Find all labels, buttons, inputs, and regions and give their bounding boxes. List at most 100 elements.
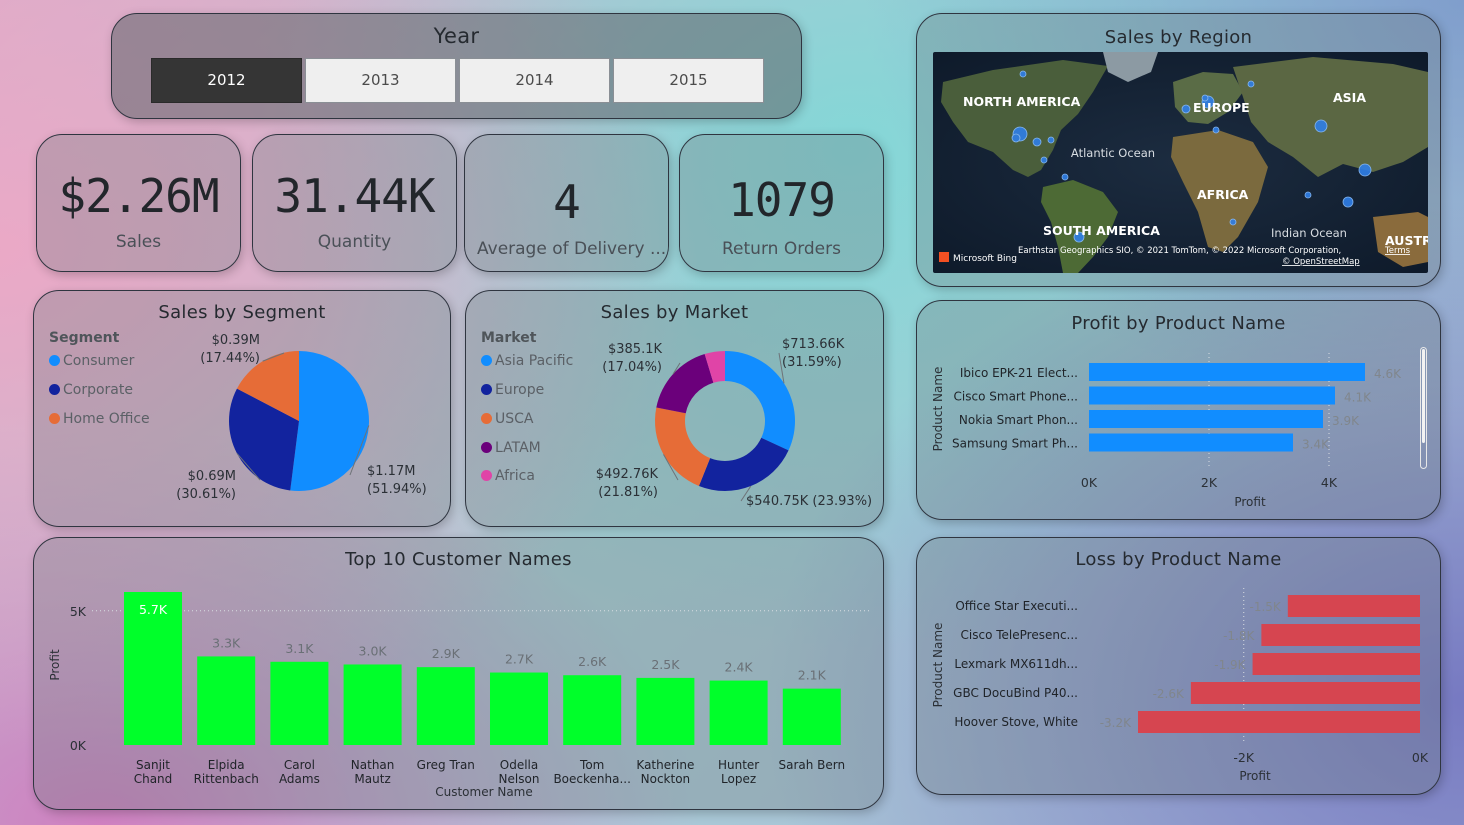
map-label-africa: AFRICA <box>1197 187 1249 202</box>
loss-category-label: Lexmark MX611dh... <box>954 657 1078 671</box>
kpi-quantity-value: 31.44K <box>274 169 435 223</box>
customer-category-label: Boeckenha... <box>553 772 630 786</box>
map-card: Sales by Region NORTH AMERICA EUROPE ASI… <box>916 13 1441 287</box>
profit-category-label: Nokia Smart Phon... <box>959 413 1078 427</box>
map-label-asia: ASIA <box>1333 90 1366 105</box>
loss-bar[interactable] <box>1190 682 1420 704</box>
customer-data-label: 5.7K <box>139 602 168 617</box>
customer-data-label: 2.9K <box>432 646 461 661</box>
map-title: Sales by Region <box>1104 27 1253 48</box>
customer-bar[interactable] <box>563 675 622 745</box>
kpi-returns-label: Return Orders <box>722 239 841 259</box>
donut-percent-label: (21.81%) <box>598 485 658 500</box>
donut-slice-usca[interactable] <box>655 407 711 486</box>
customer-bar[interactable] <box>197 656 256 745</box>
customer-category-label: Lopez <box>721 772 756 786</box>
segment-pie-chart[interactable]: $1.17M (51.94%) $0.69M (30.61%) $0.39M (17.44… <box>34 291 452 528</box>
profit-scrollbar-thumb[interactable] <box>1422 349 1425 443</box>
loss-data-label: -3.2K <box>1100 716 1132 730</box>
customer-bar[interactable] <box>270 661 329 745</box>
profit-scrollbar[interactable] <box>1420 347 1427 469</box>
loss-data-label: -1.5K <box>1250 600 1282 614</box>
customer-data-label: 2.5K <box>651 657 680 672</box>
loss-bar[interactable] <box>1252 653 1420 675</box>
market-card: Sales by Market Market Asia Pacific Euro… <box>465 290 884 527</box>
loss-product-bar-chart[interactable]: -2K 0K Profit Product Name Office Star Execu… <box>917 538 1442 796</box>
customers-y-axis-label: Profit <box>48 649 62 681</box>
map-label-north-america: NORTH AMERICA <box>963 94 1081 109</box>
kpi-delivery-value: 4 <box>553 175 581 229</box>
pie-slice-consumer[interactable] <box>290 351 370 491</box>
loss-data-label: -1.8K <box>1223 629 1255 643</box>
customer-category-label: Nockton <box>641 772 691 786</box>
map-terms-link[interactable]: Terms <box>1384 246 1411 256</box>
profit-bar[interactable] <box>1089 386 1335 405</box>
loss-product-card: Loss by Product Name -2K 0K Profit Product … <box>916 537 1441 795</box>
customer-category-label: Sarah Bern <box>778 758 845 772</box>
top-customers-bar-chart[interactable]: 5K 0K Profit Customer Name 5.7K SanjitChand 3.… <box>34 538 885 811</box>
kpi-sales-value: $2.26M <box>58 169 219 223</box>
profit-product-bar-chart[interactable]: 0K 2K 4K Profit Product Name Ibico EPK-21 Ele… <box>917 301 1442 521</box>
donut-value-label: $540.75K (23.93%) <box>746 494 872 509</box>
loss-x-tick: -2K <box>1233 750 1254 765</box>
kpi-sales-label: Sales <box>115 232 162 252</box>
customer-bar[interactable] <box>490 672 548 745</box>
profit-x-axis-label: Profit <box>1234 495 1266 509</box>
profit-data-label: 3.9K <box>1332 414 1360 428</box>
market-donut-chart[interactable]: $713.66K (31.59%) $540.75K (23.93%) $492.76… <box>466 291 885 528</box>
profit-bar[interactable] <box>1089 363 1365 381</box>
customer-data-label: 3.3K <box>212 635 241 650</box>
customer-data-label: 2.4K <box>725 660 754 675</box>
customer-category-label: Nathan <box>351 758 395 772</box>
customer-bar[interactable] <box>636 677 695 745</box>
loss-x-axis-label: Profit <box>1239 769 1271 783</box>
profit-bar[interactable] <box>1089 410 1323 428</box>
profit-data-label: 4.1K <box>1344 391 1372 405</box>
kpi-delivery-card[interactable]: 4 Average of Delivery ... <box>464 134 669 272</box>
customer-category-label: Tom <box>579 758 604 772</box>
bing-logo-icon <box>939 252 949 262</box>
map-label-south-america: SOUTH AMERICA <box>1043 223 1160 238</box>
loss-bar[interactable] <box>1138 711 1420 733</box>
profit-bar[interactable] <box>1089 433 1293 452</box>
profit-y-axis-label: Product Name <box>931 367 945 452</box>
customer-data-label: 3.0K <box>359 643 388 658</box>
customer-data-label: 3.1K <box>285 641 314 656</box>
profit-product-card: Profit by Product Name 0K 2K 4K Profit Produ… <box>916 300 1441 520</box>
loss-bar[interactable] <box>1261 624 1420 646</box>
customer-category-label: Carol <box>284 758 315 772</box>
year-option-2012[interactable]: 2012 <box>151 58 302 103</box>
customer-data-label: 2.1K <box>798 668 827 683</box>
customer-bar[interactable] <box>416 667 475 745</box>
customer-bar[interactable] <box>709 680 768 745</box>
map-label-europe: EUROPE <box>1193 100 1250 115</box>
profit-category-label: Ibico EPK-21 Elect... <box>960 366 1078 380</box>
loss-data-label: -1.9K <box>1214 658 1246 672</box>
map-osm-link[interactable]: © OpenStreetMap <box>1282 257 1360 267</box>
donut-slice-latam[interactable] <box>656 354 714 414</box>
customer-bar[interactable] <box>782 688 841 745</box>
donut-slice-europe[interactable] <box>698 437 789 491</box>
customer-bar[interactable] <box>343 664 402 745</box>
loss-y-axis-label: Product Name <box>931 623 945 708</box>
donut-percent-label: (31.59%) <box>782 355 842 370</box>
loss-bar[interactable] <box>1287 595 1420 617</box>
customer-category-label: Adams <box>279 772 320 786</box>
year-option-2013[interactable]: 2013 <box>305 58 456 103</box>
kpi-returns-value: 1079 <box>728 173 836 227</box>
customer-category-label: Katherine <box>636 758 694 772</box>
customer-category-label: Chand <box>134 772 173 786</box>
year-option-2014[interactable]: 2014 <box>459 58 610 103</box>
profit-x-tick: 4K <box>1321 475 1338 490</box>
kpi-sales-card[interactable]: $2.26M Sales <box>36 134 241 272</box>
donut-percent-label: (17.04%) <box>602 360 662 375</box>
kpi-returns-card[interactable]: 1079 Return Orders <box>679 134 884 272</box>
world-map[interactable]: NORTH AMERICA EUROPE ASIA AFRICA SOUTH A… <box>933 52 1428 273</box>
customer-category-label: Rittenbach <box>194 772 259 786</box>
customers-x-axis-label: Customer Name <box>435 785 533 799</box>
kpi-quantity-card[interactable]: 31.44K Quantity <box>252 134 457 272</box>
year-option-2015[interactable]: 2015 <box>613 58 764 103</box>
pie-percent-label: (17.44%) <box>200 351 260 366</box>
loss-category-label: Office Star Executi... <box>955 599 1078 613</box>
pie-value-label: $0.39M <box>212 333 260 348</box>
